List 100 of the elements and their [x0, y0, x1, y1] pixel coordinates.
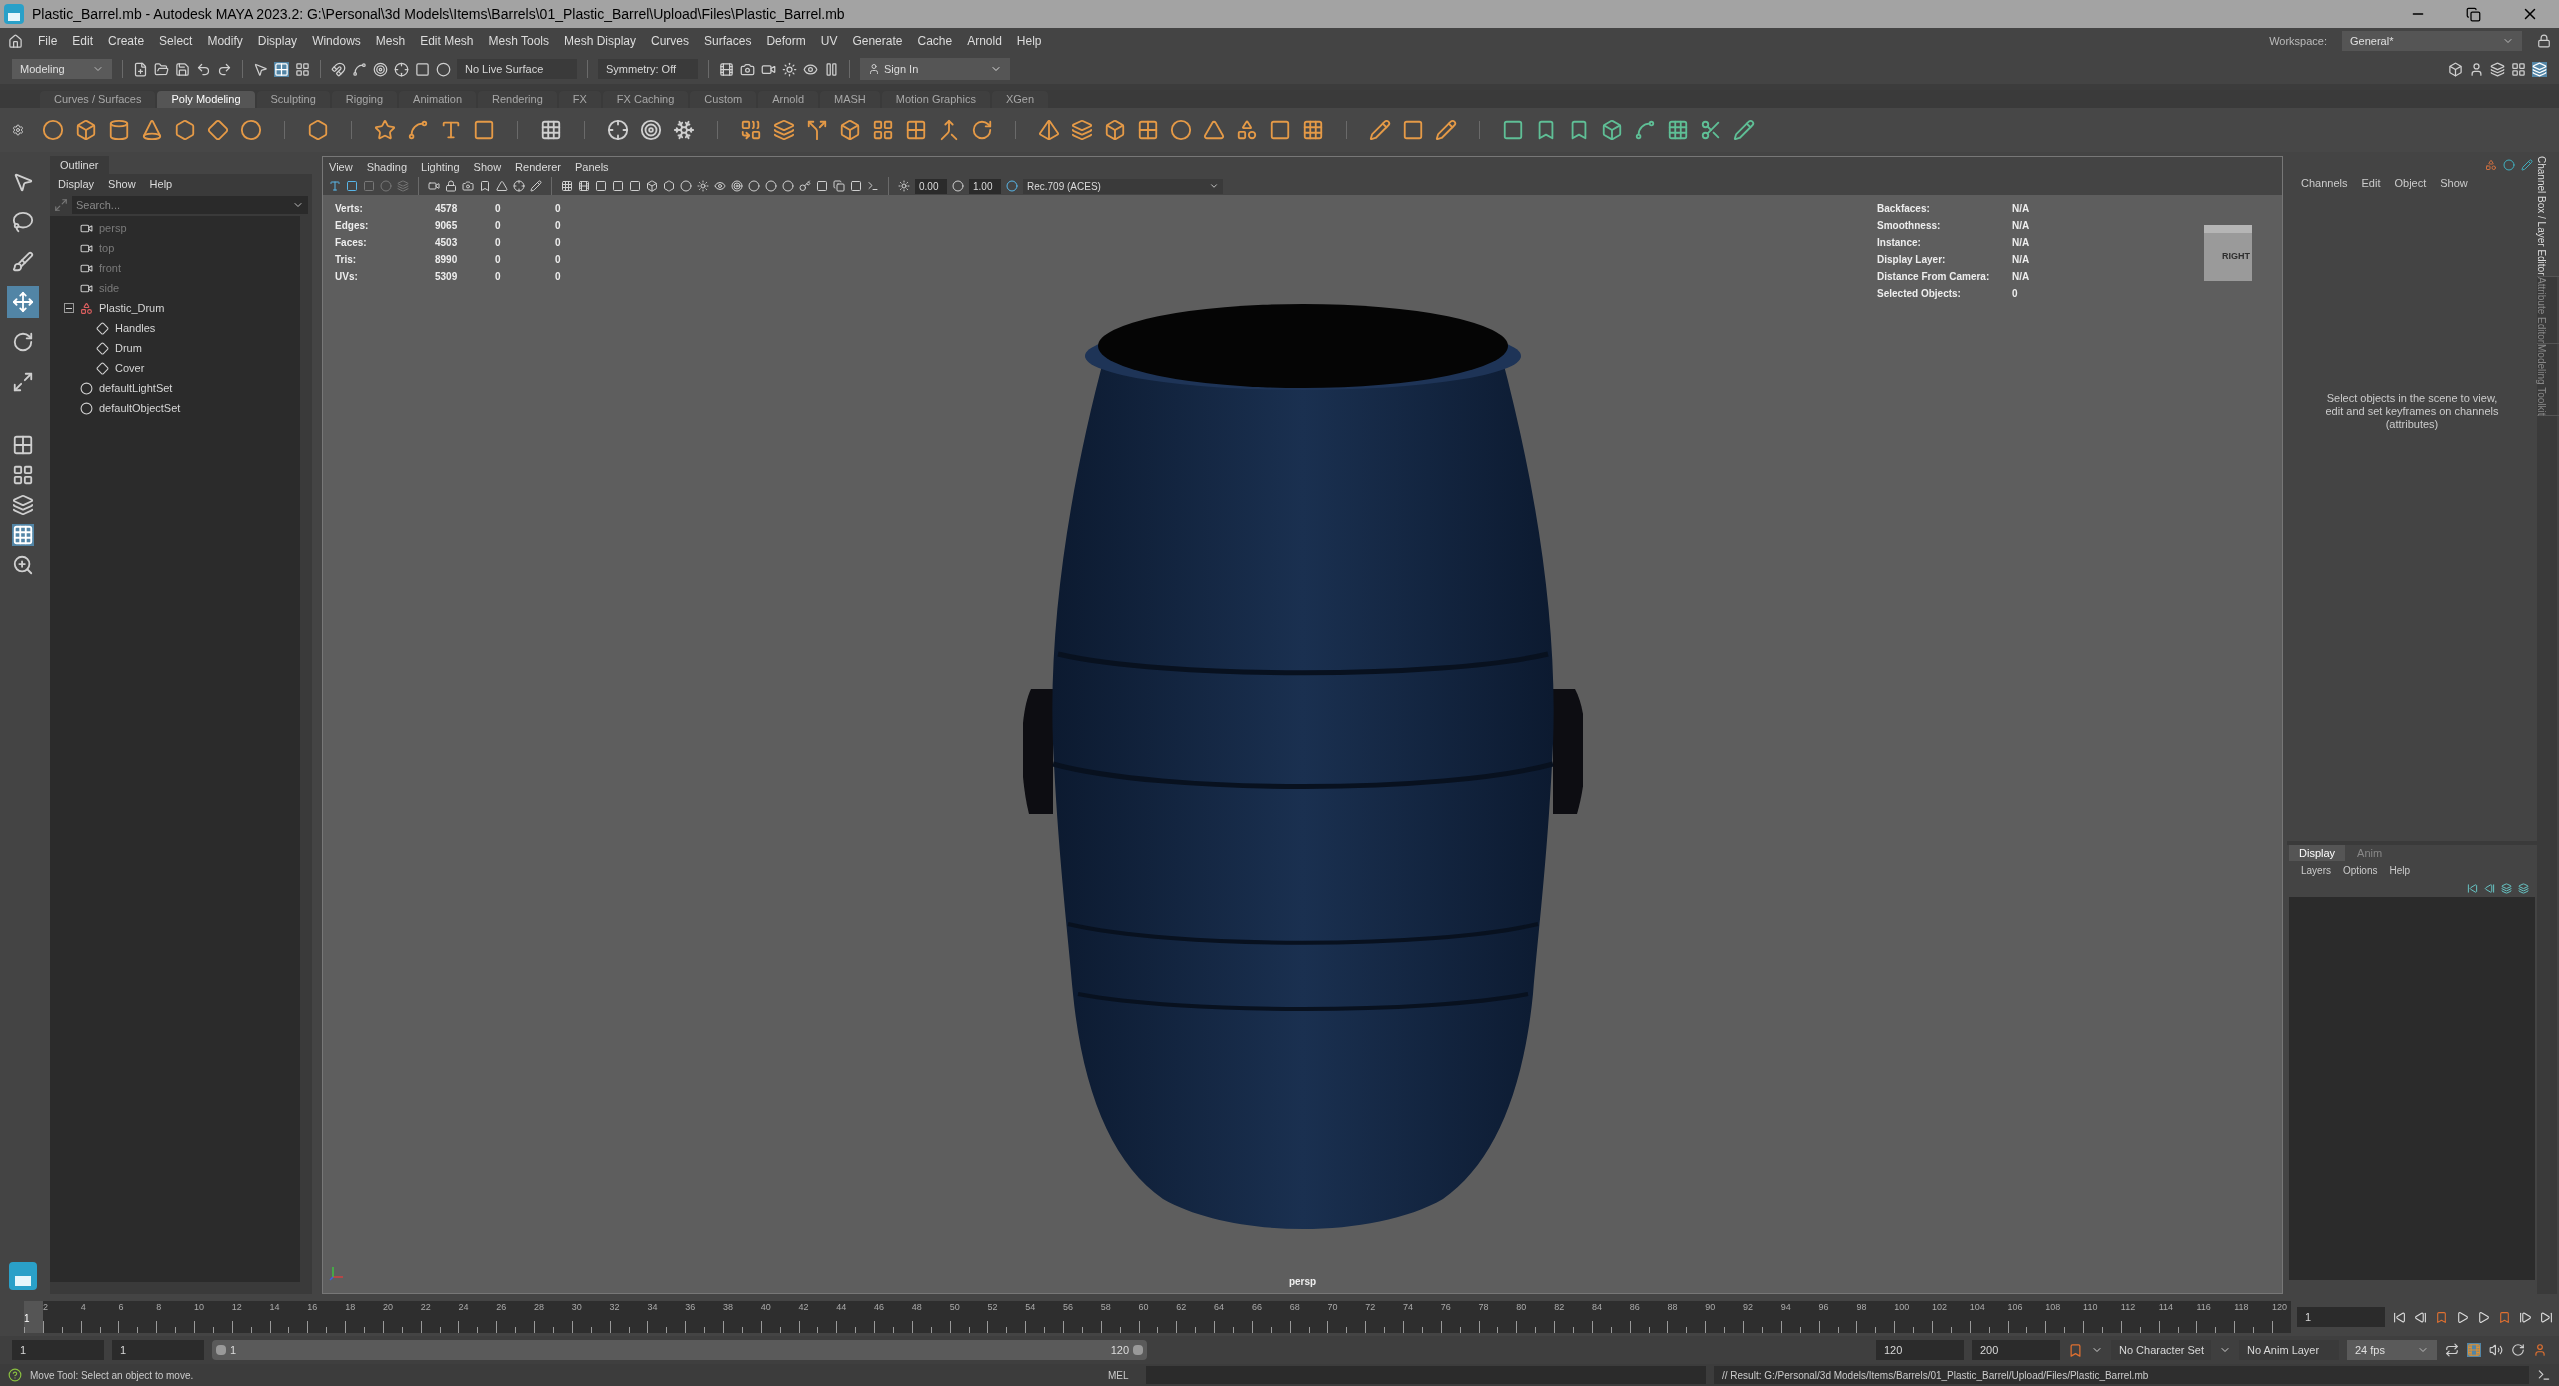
menu-item[interactable]: Help: [149, 175, 173, 193]
menu-item[interactable]: Layers: [2301, 862, 2331, 878]
grid-icon[interactable]: [295, 61, 310, 77]
menu-item[interactable]: Show: [108, 175, 136, 193]
shapes-icon[interactable]: [1236, 119, 1258, 141]
layer-tool-icon[interactable]: [2467, 882, 2478, 894]
outliner-item[interactable]: defaultLightSet: [99, 379, 173, 397]
rotate-icon[interactable]: [971, 119, 993, 141]
outliner-item[interactable]: Plastic_Drum: [99, 299, 165, 317]
fps-dropdown[interactable]: 24 fps: [2347, 1340, 2437, 1360]
triangle-icon[interactable]: [1203, 119, 1225, 141]
layers-icon[interactable]: [2532, 61, 2547, 77]
gamma-field[interactable]: 1.00: [969, 178, 1001, 194]
uv-checker-icon[interactable]: [1667, 119, 1689, 141]
cone-icon[interactable]: [141, 119, 163, 141]
menu-item[interactable]: Shading: [366, 158, 408, 176]
menu-item[interactable]: Deform: [766, 32, 806, 50]
menu-item[interactable]: UV: [820, 32, 838, 50]
menu-item[interactable]: Object: [2394, 174, 2427, 192]
shelf-tab[interactable]: FX: [558, 91, 601, 108]
layer-tool-icon[interactable]: [2484, 882, 2495, 894]
shelf-tab[interactable]: Poly Modeling: [157, 91, 255, 108]
pause-icon[interactable]: [824, 61, 839, 77]
previous-frame-icon[interactable]: [2414, 1310, 2427, 1324]
menu-item[interactable]: Display: [257, 32, 298, 50]
layout-icon[interactable]: [12, 434, 34, 456]
pointer-icon[interactable]: [253, 61, 268, 77]
sign-in-dropdown[interactable]: Sign In: [860, 58, 1010, 80]
menu-item[interactable]: Mesh Tools: [488, 32, 549, 50]
layers-icon[interactable]: [773, 119, 795, 141]
menu-item[interactable]: Show: [2440, 174, 2468, 192]
curve-snap-icon[interactable]: [352, 61, 367, 77]
display-icon[interactable]: [346, 180, 358, 192]
viewport-tool-icon[interactable]: [799, 180, 811, 192]
app-logo-icon[interactable]: [9, 1262, 37, 1290]
crosshair-icon[interactable]: [394, 61, 409, 77]
uv-curve-icon[interactable]: [1634, 119, 1656, 141]
expand-toggle[interactable]: [64, 303, 74, 313]
uv-square-icon[interactable]: [1502, 119, 1524, 141]
first-frame-icon[interactable]: [2393, 1310, 2406, 1324]
viewport-tool-icon[interactable]: [714, 180, 726, 192]
shelf-tab[interactable]: FX Caching: [602, 91, 689, 108]
next-frame-icon[interactable]: [2519, 1310, 2532, 1324]
play-icon[interactable]: [2477, 1310, 2490, 1324]
menu-item[interactable]: Windows: [312, 32, 361, 50]
shelf-tab[interactable]: Custom: [690, 91, 757, 108]
viewport-tool-icon[interactable]: [578, 180, 590, 192]
search-icon[interactable]: [12, 554, 34, 576]
new-file-icon[interactable]: [133, 61, 148, 77]
exposure-icon[interactable]: [898, 180, 910, 192]
lock-icon[interactable]: [2537, 34, 2551, 48]
color-space-dropdown[interactable]: Rec.709 (ACES): [1023, 178, 1223, 194]
menu-item[interactable]: Lighting: [421, 158, 460, 176]
edit-icon[interactable]: [2521, 159, 2533, 171]
checker-icon[interactable]: [1302, 119, 1324, 141]
playback-end-field[interactable]: 120: [1876, 1340, 1964, 1360]
pencil-icon[interactable]: [1369, 119, 1391, 141]
menu-item[interactable]: Surfaces: [704, 32, 752, 50]
viewport-tool-icon[interactable]: [782, 180, 794, 192]
menu-item[interactable]: View: [329, 158, 353, 176]
shelf-tab[interactable]: Sculpting: [256, 91, 330, 108]
cylinder-icon[interactable]: [108, 119, 130, 141]
menu-item[interactable]: File: [38, 32, 58, 50]
workspace-dropdown[interactable]: General*: [2342, 31, 2522, 51]
shelf-tab[interactable]: Curves / Surfaces: [40, 91, 156, 108]
viewport-tool-icon[interactable]: [663, 180, 675, 192]
current-frame-field[interactable]: 1: [2297, 1307, 2385, 1327]
language-label[interactable]: MEL: [1108, 1367, 1138, 1383]
viewport-tool-icon[interactable]: [561, 180, 573, 192]
range-slider[interactable]: 1 120: [212, 1340, 1147, 1360]
mesh-grid-icon[interactable]: [872, 119, 894, 141]
layer-tab[interactable]: Display: [2289, 845, 2346, 861]
text-icon[interactable]: [440, 119, 462, 141]
menu-item[interactable]: Cache: [917, 32, 953, 50]
menu-item[interactable]: Select: [159, 32, 193, 50]
character-set-field[interactable]: No Character Set: [2111, 1340, 2211, 1360]
polyhedron-icon[interactable]: [307, 119, 329, 141]
viewport-tool-icon[interactable]: [629, 180, 641, 192]
sound-icon[interactable]: [2489, 1343, 2503, 1357]
quad-icon[interactable]: [905, 119, 927, 141]
exposure-field[interactable]: 0.00: [915, 178, 947, 194]
shelf-tab[interactable]: XGen: [991, 91, 1049, 108]
move-tool-button[interactable]: [7, 286, 39, 318]
side-tab[interactable]: Channel Box / Layer Editor: [2537, 156, 2559, 277]
viewport-tool-icon[interactable]: [731, 180, 743, 192]
uv-scissors-icon[interactable]: [1700, 119, 1722, 141]
undo-icon[interactable]: [196, 61, 211, 77]
grid-window-icon[interactable]: [540, 119, 562, 141]
star-icon[interactable]: [374, 119, 396, 141]
menu-item[interactable]: Arnold: [967, 32, 1002, 50]
combine-icon[interactable]: [740, 119, 762, 141]
magnet-icon[interactable]: [331, 61, 346, 77]
shelf-tab[interactable]: Arnold: [758, 91, 819, 108]
menu-item[interactable]: Edit: [72, 32, 94, 50]
sphere-icon[interactable]: [42, 119, 64, 141]
viewport-tool-icon[interactable]: [595, 180, 607, 192]
settings-icon[interactable]: [12, 124, 24, 136]
snowflake-icon[interactable]: [673, 119, 695, 141]
layer-tool-icon[interactable]: [2501, 882, 2512, 894]
viewport-tool-icon[interactable]: [765, 180, 777, 192]
